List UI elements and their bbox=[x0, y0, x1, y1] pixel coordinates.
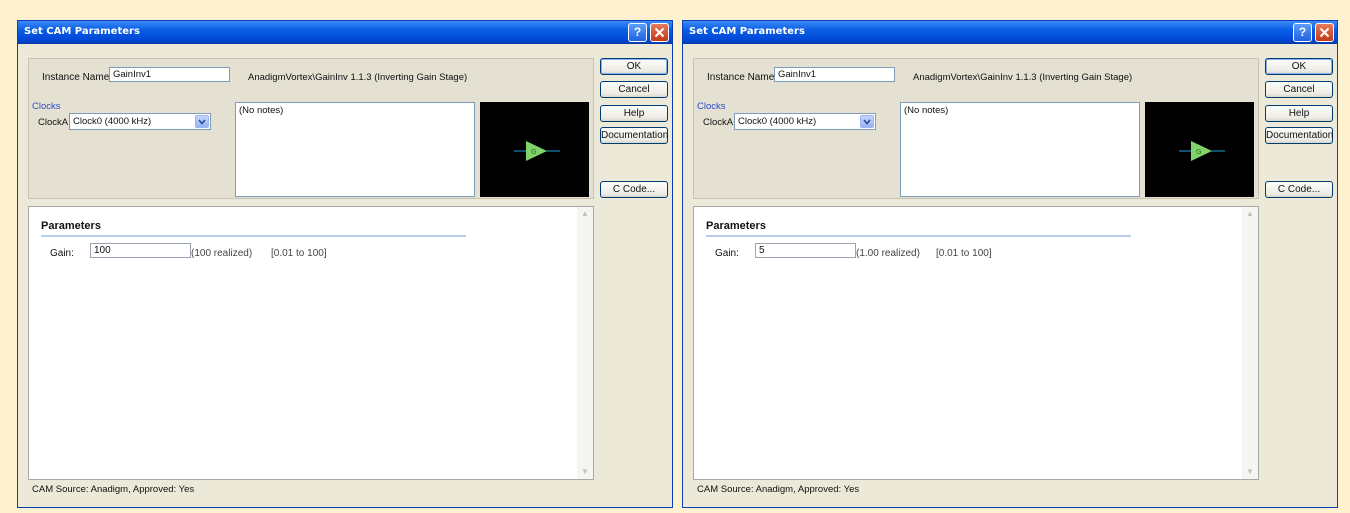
scroll-down-icon[interactable]: ▼ bbox=[579, 467, 591, 477]
cam-path-text: AnadigmVortex\GainInv 1.1.3 (Inverting G… bbox=[248, 72, 468, 83]
dropdown-button[interactable] bbox=[195, 115, 209, 128]
gain-realized-text: (100 realized) bbox=[191, 248, 253, 259]
cancel-button[interactable]: Cancel bbox=[600, 81, 668, 98]
parameters-divider bbox=[706, 235, 1131, 237]
close-button[interactable] bbox=[1315, 23, 1334, 42]
symbol-label: G bbox=[1196, 148, 1201, 156]
clocks-group-label: Clocks bbox=[32, 101, 61, 112]
gain-input[interactable]: 5 bbox=[755, 243, 856, 258]
help-button[interactable]: Help bbox=[1265, 105, 1333, 122]
titlebar-help-button[interactable]: ? bbox=[628, 23, 647, 42]
dropdown-button[interactable] bbox=[860, 115, 874, 128]
title-bar[interactable]: Set CAM Parameters ? bbox=[18, 21, 672, 44]
instance-name-input[interactable]: GainInv1 bbox=[109, 67, 230, 82]
ok-button[interactable]: OK bbox=[600, 58, 668, 75]
titlebar-help-button[interactable]: ? bbox=[1293, 23, 1312, 42]
gain-stage-symbol-icon: G bbox=[514, 141, 560, 161]
cam-path-text: AnadigmVortex\GainInv 1.1.3 (Inverting G… bbox=[913, 72, 1133, 83]
scroll-up-icon[interactable]: ▲ bbox=[1244, 209, 1256, 219]
clock-a-label: ClockA bbox=[38, 117, 69, 128]
gain-range-text: [0.01 to 100] bbox=[936, 248, 992, 259]
clock-a-label: ClockA bbox=[703, 117, 734, 128]
cam-symbol-preview: G bbox=[480, 102, 589, 197]
status-text: CAM Source: Anadigm, Approved: Yes bbox=[697, 484, 860, 495]
notes-box[interactable]: (No notes) bbox=[900, 102, 1140, 197]
ok-button[interactable]: OK bbox=[1265, 58, 1333, 75]
dialog-title: Set CAM Parameters bbox=[24, 26, 140, 37]
instance-panel: Instance Name: GainInv1 AnadigmVortex\Ga… bbox=[693, 58, 1259, 199]
close-button[interactable] bbox=[650, 23, 669, 42]
close-icon bbox=[1319, 27, 1330, 38]
instance-name-label: Instance Name: bbox=[42, 72, 113, 83]
parameters-scrollbar[interactable]: ▲ ▼ bbox=[577, 207, 593, 479]
parameters-scrollbar[interactable]: ▲ ▼ bbox=[1242, 207, 1258, 479]
help-button[interactable]: Help bbox=[600, 105, 668, 122]
gain-input[interactable]: 100 bbox=[90, 243, 191, 258]
parameters-panel: Parameters Gain: 100 (100 realized) [0.0… bbox=[28, 206, 594, 480]
gain-realized-text: (1.00 realized) bbox=[856, 248, 920, 259]
chevron-down-icon bbox=[863, 119, 871, 125]
parameters-divider bbox=[41, 235, 466, 237]
c-code-button[interactable]: C Code... bbox=[600, 181, 668, 198]
gain-label: Gain: bbox=[715, 248, 739, 259]
parameters-heading: Parameters bbox=[706, 220, 766, 232]
title-bar[interactable]: Set CAM Parameters ? bbox=[683, 21, 1337, 44]
dialog-title: Set CAM Parameters bbox=[689, 26, 805, 37]
instance-name-input[interactable]: GainInv1 bbox=[774, 67, 895, 82]
instance-name-label: Instance Name: bbox=[707, 72, 778, 83]
clock-a-select[interactable]: Clock0 (4000 kHz) bbox=[734, 113, 876, 130]
notes-box[interactable]: (No notes) bbox=[235, 102, 475, 197]
set-cam-parameters-dialog-left: Set CAM Parameters ? Instance Name: Gain… bbox=[17, 20, 673, 508]
scroll-up-icon[interactable]: ▲ bbox=[579, 209, 591, 219]
parameters-heading: Parameters bbox=[41, 220, 101, 232]
cancel-button[interactable]: Cancel bbox=[1265, 81, 1333, 98]
close-icon bbox=[654, 27, 665, 38]
gain-range-text: [0.01 to 100] bbox=[271, 248, 327, 259]
clock-a-value: Clock0 (4000 kHz) bbox=[738, 116, 817, 127]
set-cam-parameters-dialog-right: Set CAM Parameters ? Instance Name: Gain… bbox=[682, 20, 1338, 508]
instance-panel: Instance Name: GainInv1 AnadigmVortex\Ga… bbox=[28, 58, 594, 199]
documentation-button[interactable]: Documentation bbox=[600, 127, 668, 144]
status-text: CAM Source: Anadigm, Approved: Yes bbox=[32, 484, 195, 495]
documentation-button[interactable]: Documentation bbox=[1265, 127, 1333, 144]
cam-symbol-preview: G bbox=[1145, 102, 1254, 197]
clock-a-value: Clock0 (4000 kHz) bbox=[73, 116, 152, 127]
gain-label: Gain: bbox=[50, 248, 74, 259]
clocks-group-label: Clocks bbox=[697, 101, 726, 112]
parameters-panel: Parameters Gain: 5 (1.00 realized) [0.01… bbox=[693, 206, 1259, 480]
c-code-button[interactable]: C Code... bbox=[1265, 181, 1333, 198]
symbol-label: G bbox=[531, 148, 536, 156]
scroll-down-icon[interactable]: ▼ bbox=[1244, 467, 1256, 477]
chevron-down-icon bbox=[198, 119, 206, 125]
gain-stage-symbol-icon: G bbox=[1179, 141, 1225, 161]
clock-a-select[interactable]: Clock0 (4000 kHz) bbox=[69, 113, 211, 130]
